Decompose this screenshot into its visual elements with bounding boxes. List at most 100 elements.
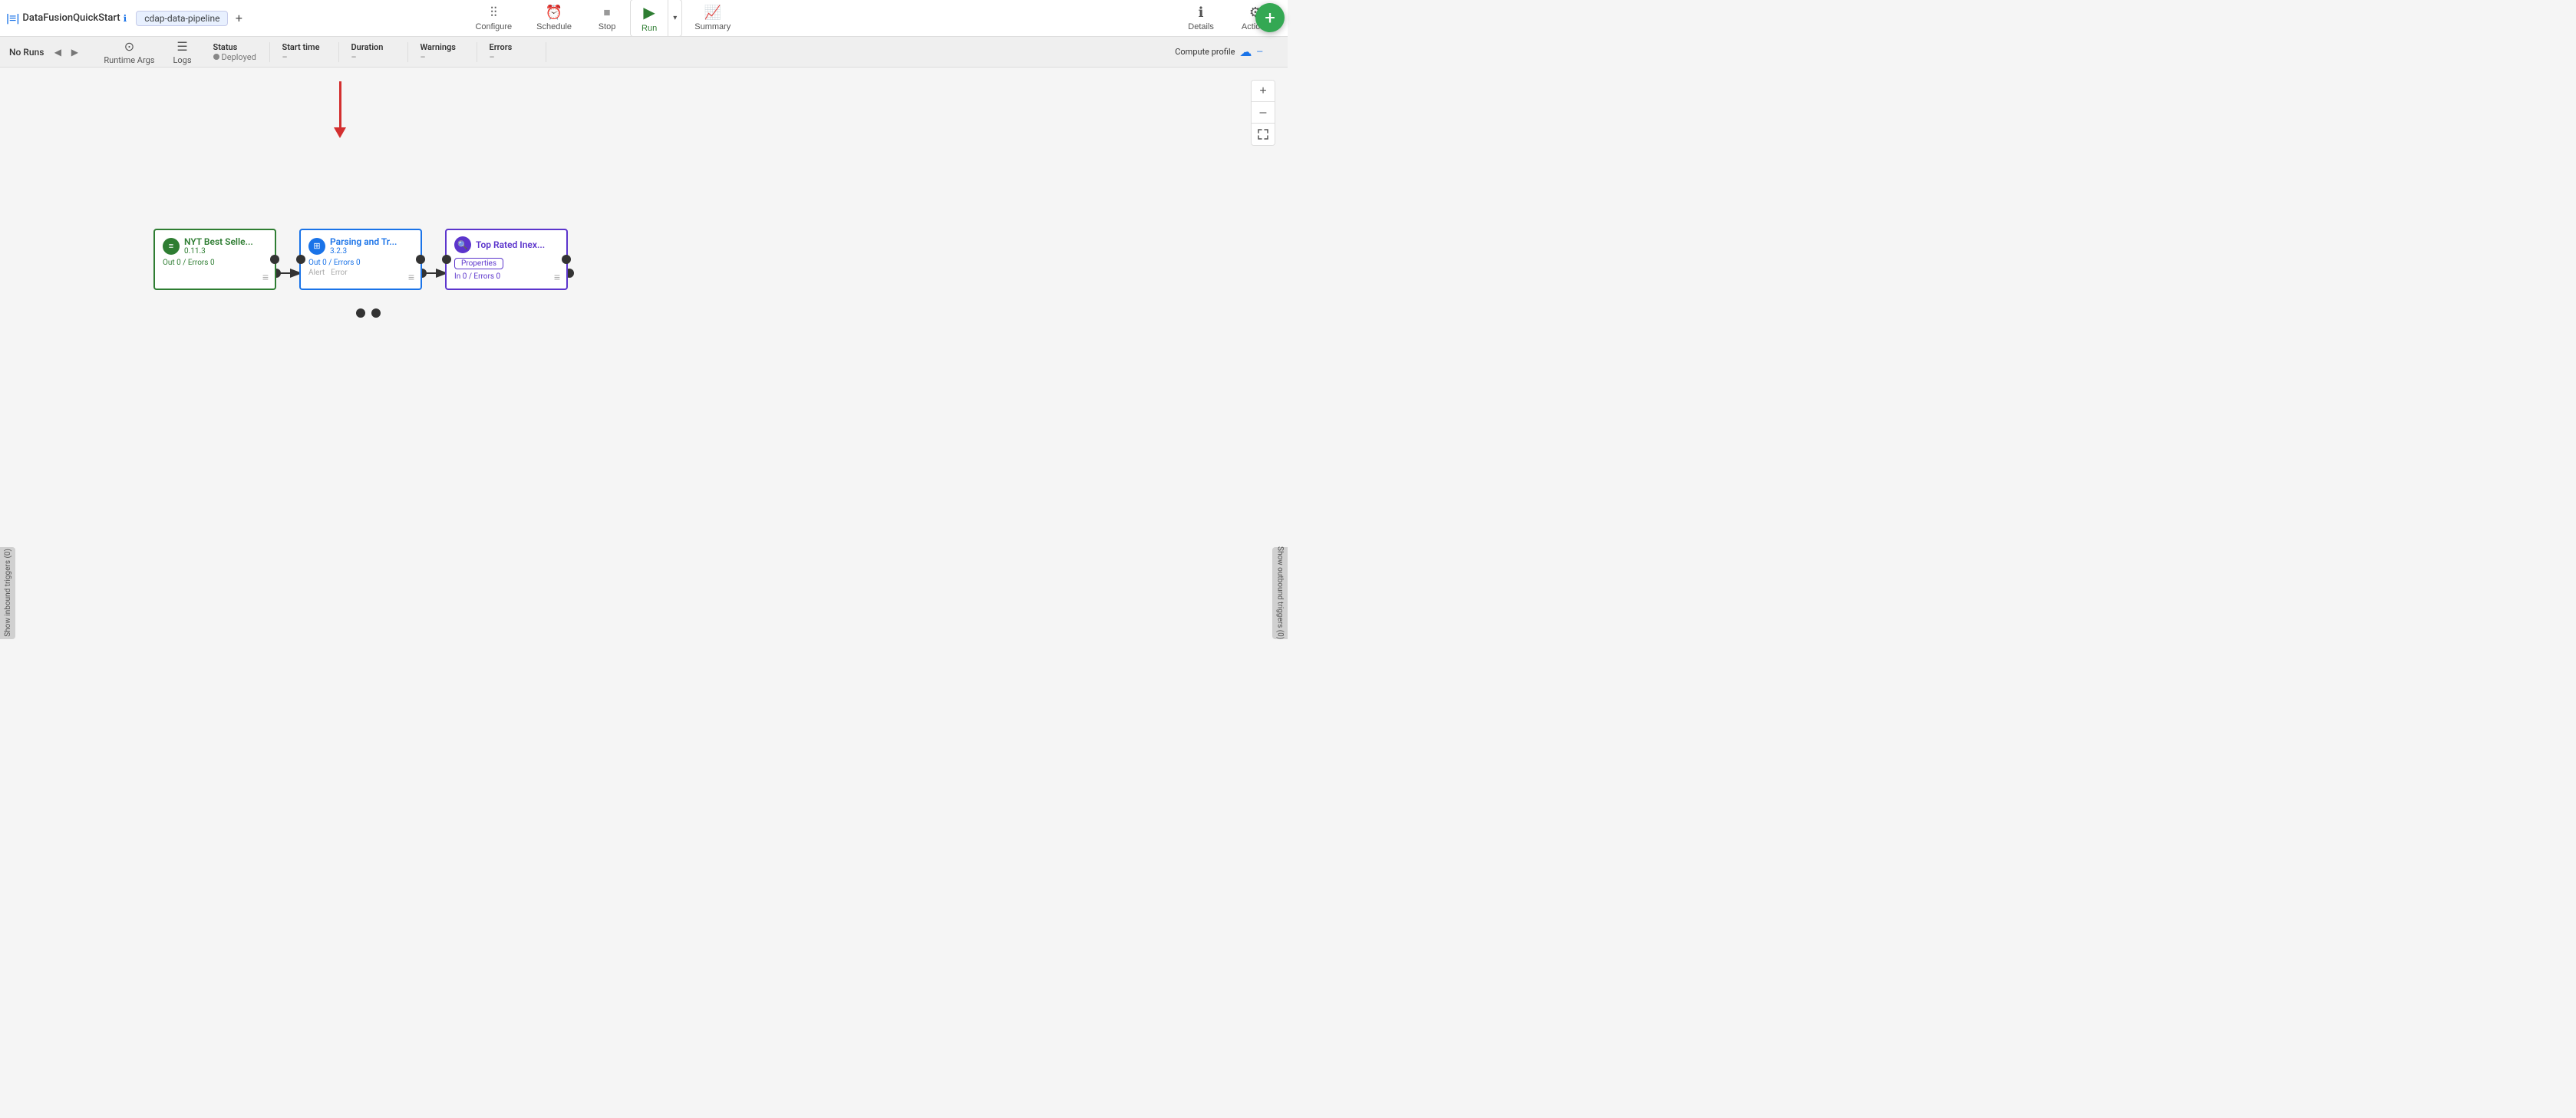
transform-node-icon: ⊞ [308, 238, 325, 255]
summary-icon: 📈 [704, 5, 721, 21]
source-node[interactable]: ≡ NYT Best Selle... 0.11.3 Out 0 / Error… [153, 229, 276, 290]
transform-node-left-connector [296, 255, 305, 264]
transform-node-badges: Alert Error [308, 269, 413, 277]
pipeline-tab[interactable]: cdap-data-pipeline [136, 11, 228, 26]
next-run-button[interactable]: ▶ [67, 45, 82, 60]
source-node-header: ≡ NYT Best Selle... 0.11.3 [163, 236, 267, 256]
add-fab-button[interactable]: + [1255, 3, 1285, 32]
connection-lines [0, 68, 1288, 1118]
prev-run-button[interactable]: ◀ [50, 45, 65, 60]
status-dot [213, 54, 219, 60]
schedule-icon: ⏰ [546, 5, 562, 21]
configure-label: Configure [475, 22, 512, 31]
canvas-area: Show inbound triggers (0) Show outbound … [0, 68, 1288, 1118]
right-trigger-panel[interactable]: Show outbound triggers (0) [1272, 547, 1288, 639]
sink-node-stats: In 0 / Errors 0 [454, 272, 559, 281]
transform-node-menu-icon[interactable]: ≡ [408, 271, 414, 284]
status-label: Status [213, 42, 238, 52]
transform-node-header: ⊞ Parsing and Tr... 3.2.3 [308, 236, 413, 256]
stop-button[interactable]: ⏹ Stop [584, 2, 630, 35]
left-trigger-panel[interactable]: Show inbound triggers (0) [0, 547, 15, 639]
duration-value: – [351, 52, 357, 62]
stop-icon: ⏹ [604, 5, 611, 21]
details-label: Details [1188, 22, 1214, 31]
errors-info: Errors – [477, 42, 546, 62]
configure-button[interactable]: ⫶⫶ Configure [463, 2, 524, 35]
right-trigger-label: Show outbound triggers (0) [1276, 546, 1285, 639]
sink-node-icon: 🔍 [454, 236, 471, 253]
details-button[interactable]: ℹ Details [1176, 2, 1226, 35]
logs-button[interactable]: ☰ Logs [163, 38, 200, 67]
errors-value: – [490, 52, 495, 62]
zoom-in-button[interactable]: + [1252, 81, 1275, 102]
details-icon: ℹ [1199, 5, 1204, 21]
source-node-stats: Out 0 / Errors 0 [163, 259, 267, 267]
warnings-info: Warnings – [408, 42, 477, 62]
info-icon[interactable]: ℹ [124, 13, 127, 24]
nav-arrows: ◀ ▶ [50, 45, 82, 60]
properties-button[interactable]: Properties [454, 258, 503, 269]
logs-icon: ☰ [176, 39, 187, 54]
source-node-menu-icon[interactable]: ≡ [262, 271, 269, 284]
run-group: ▶ Run ▾ [630, 0, 682, 37]
red-arrow-head [334, 127, 346, 138]
compute-profile-link[interactable]: — [1256, 47, 1263, 57]
add-tab-button[interactable]: + [231, 11, 246, 26]
left-trigger-label: Show inbound triggers (0) [4, 549, 12, 637]
zoom-fit-button[interactable] [1252, 124, 1275, 145]
no-runs-label: No Runs [9, 47, 44, 58]
run-icon: ▶ [643, 3, 655, 22]
start-time-label: Start time [282, 42, 320, 52]
runtime-args-button[interactable]: ⊙ Runtime Args [94, 38, 163, 67]
duration-label: Duration [351, 42, 384, 52]
fit-icon [1258, 129, 1268, 140]
tab-bar: cdap-data-pipeline + [136, 11, 246, 26]
runtime-args-label: Runtime Args [104, 55, 154, 65]
error-badge-label: Error [331, 269, 347, 277]
schedule-button[interactable]: ⏰ Schedule [524, 2, 584, 35]
app-logo: |≡| DataFusionQuickStart ℹ [6, 11, 127, 26]
status-value: Deployed [213, 52, 256, 62]
schedule-label: Schedule [536, 22, 572, 31]
sink-node-title: Top Rated Inex... [476, 239, 545, 250]
errors-label: Errors [490, 42, 513, 52]
compute-profile-label: Compute profile [1175, 47, 1235, 57]
source-node-icon: ≡ [163, 238, 180, 255]
transform-node-title: Parsing and Tr... [330, 236, 397, 247]
zoom-controls: + – [1251, 80, 1275, 146]
configure-icon: ⫶⫶ [490, 5, 497, 21]
toolbar-center: ⫶⫶ Configure ⏰ Schedule ⏹ Stop ▶ Run ▾ 📈… [463, 0, 743, 37]
run-dropdown-button[interactable]: ▾ [668, 0, 681, 36]
app-title: DataFusionQuickStart [22, 12, 120, 24]
logo-icon: |≡| [6, 11, 19, 26]
compute-profile: Compute profile ☁ — [1175, 45, 1278, 59]
summary-button[interactable]: 📈 Summary [682, 2, 743, 35]
runtime-args-icon: ⊙ [124, 39, 134, 54]
top-toolbar: |≡| DataFusionQuickStart ℹ cdap-data-pip… [0, 0, 1288, 37]
stop-label: Stop [599, 22, 616, 31]
summary-label: Summary [694, 22, 731, 31]
source-node-right-connector [270, 255, 279, 264]
sink-node-menu-icon[interactable]: ≡ [554, 271, 560, 284]
logs-label: Logs [173, 55, 191, 65]
red-arrow-line [339, 81, 341, 127]
start-time-info: Start time – [270, 42, 339, 62]
zoom-out-button[interactable]: – [1252, 102, 1275, 124]
start-time-value: – [282, 52, 288, 62]
source-node-version: 0.11.3 [184, 247, 253, 256]
sink-node[interactable]: 🔍 Top Rated Inex... Properties In 0 / Er… [445, 229, 568, 290]
warnings-label: Warnings [421, 42, 456, 52]
run-indicator-arrow [334, 81, 346, 138]
transform-node-right-connector [416, 255, 425, 264]
duration-info: Duration – [339, 42, 408, 62]
warnings-value: – [421, 52, 426, 62]
status-info: Status Deployed [201, 42, 270, 62]
transform-node-version: 3.2.3 [330, 247, 397, 256]
sink-node-right-connector [562, 255, 571, 264]
sink-node-header: 🔍 Top Rated Inex... [454, 236, 559, 253]
transform-node[interactable]: ⊞ Parsing and Tr... 3.2.3 Out 0 / Errors… [299, 229, 422, 290]
cloud-icon: ☁ [1239, 45, 1252, 59]
alert-badge-label: Alert [308, 269, 325, 277]
run-button[interactable]: ▶ Run [631, 0, 668, 36]
run-label: Run [642, 24, 657, 33]
